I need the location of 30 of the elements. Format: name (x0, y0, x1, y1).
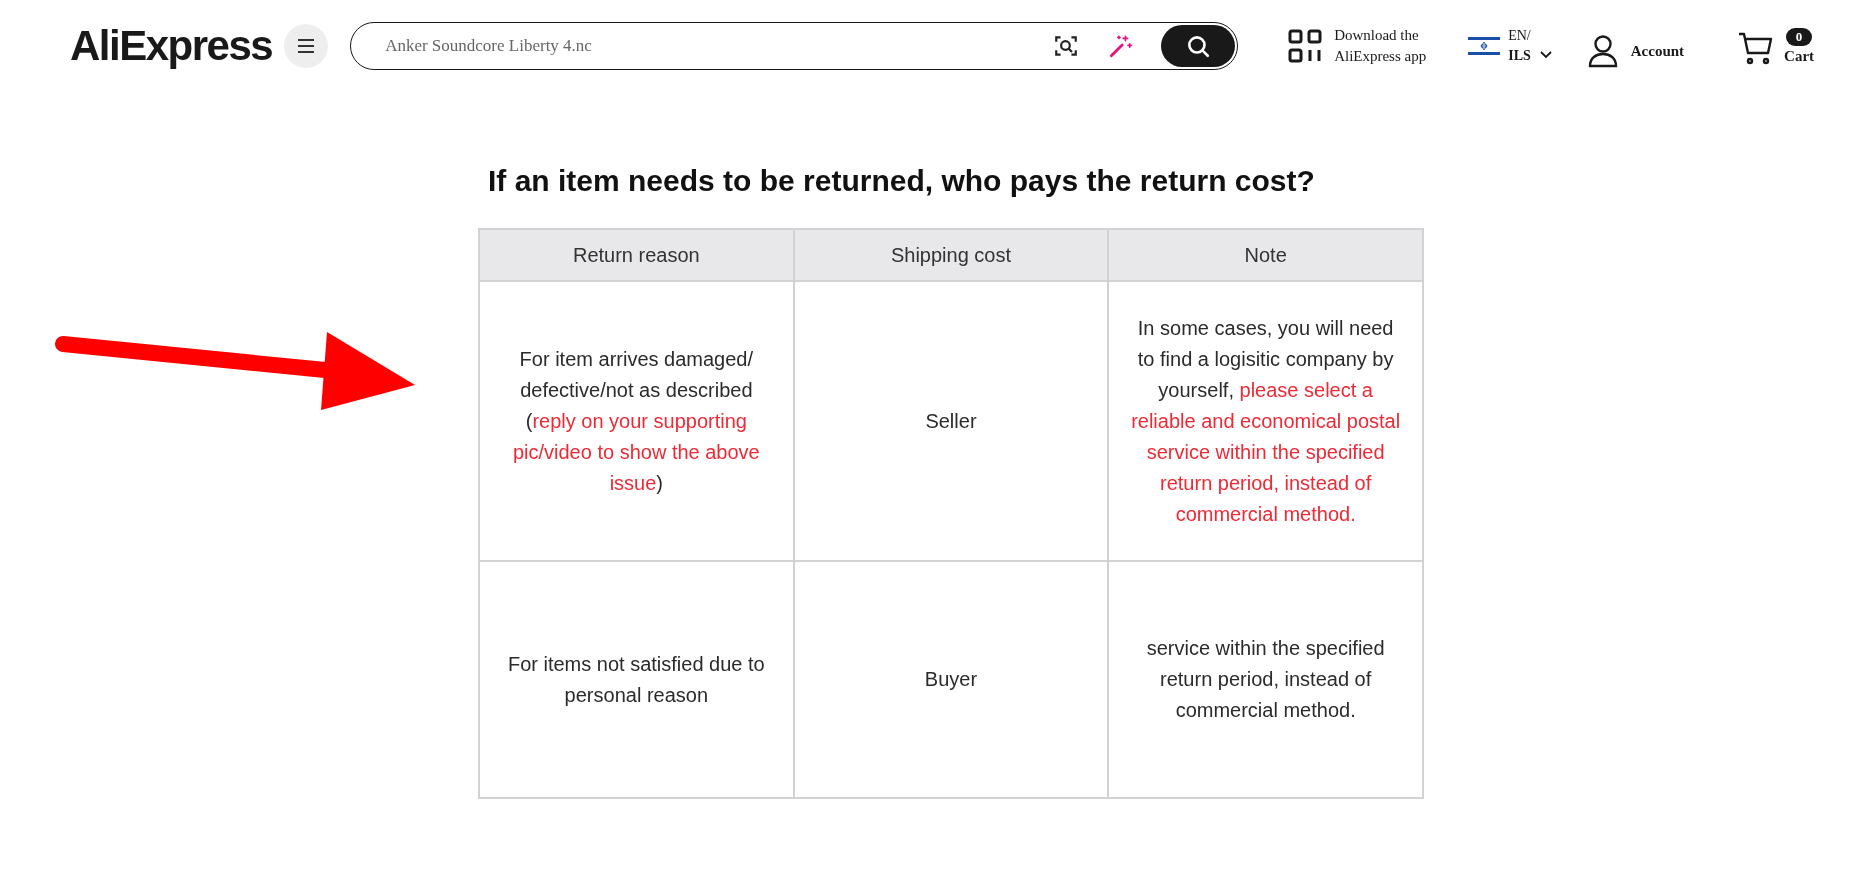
menu-button[interactable] (284, 24, 329, 68)
logo[interactable]: AliExpress (70, 22, 273, 70)
language-selector[interactable]: EN/ ILS (1468, 26, 1553, 66)
flag-icon (1468, 35, 1501, 57)
account-link[interactable]: Account (1586, 24, 1685, 68)
search-button[interactable] (1161, 25, 1236, 67)
menu-icon (297, 39, 316, 53)
ai-button[interactable] (1107, 33, 1134, 59)
qr-code-icon (1288, 29, 1323, 63)
chevron-down-icon (1538, 50, 1553, 60)
image-search-icon (1053, 33, 1080, 59)
user-icon (1586, 34, 1619, 68)
table-cell: service within the specified return period, instead of commercial method. (1108, 561, 1423, 798)
table-cell: For items not satisfied due to personal reason (479, 561, 794, 798)
search-input[interactable]: Anker Soundcore Liberty 4.nc (383, 35, 1054, 57)
column-header: Note (1108, 229, 1423, 281)
search-icon (1185, 33, 1212, 59)
table-cell: Seller (793, 281, 1109, 561)
section-heading: If an item needs to be returned, who pays the return cost? (488, 164, 1316, 198)
camera-search-button[interactable] (1053, 33, 1080, 59)
table-cell: In some cases, you will need to find a logisitic company by yourself, please select a reliable and economical postal service within the specified return period, instead of commercial method. (1108, 281, 1423, 561)
magic-wand-icon (1107, 33, 1134, 59)
download-app-link[interactable]: Download the AliExpress app (1288, 25, 1427, 67)
table-cell: For item arrives damaged/ defective/not as described (reply on your supporting pic/video to show the above issue) (479, 281, 794, 561)
cart-count-badge: 0 (1785, 27, 1813, 46)
cart-link[interactable]: 0 Cart (1738, 27, 1815, 65)
cart-icon (1738, 30, 1775, 65)
column-header: Return reason (479, 229, 794, 281)
column-header: Shipping cost (793, 229, 1109, 281)
table-cell: Buyer (793, 561, 1109, 798)
